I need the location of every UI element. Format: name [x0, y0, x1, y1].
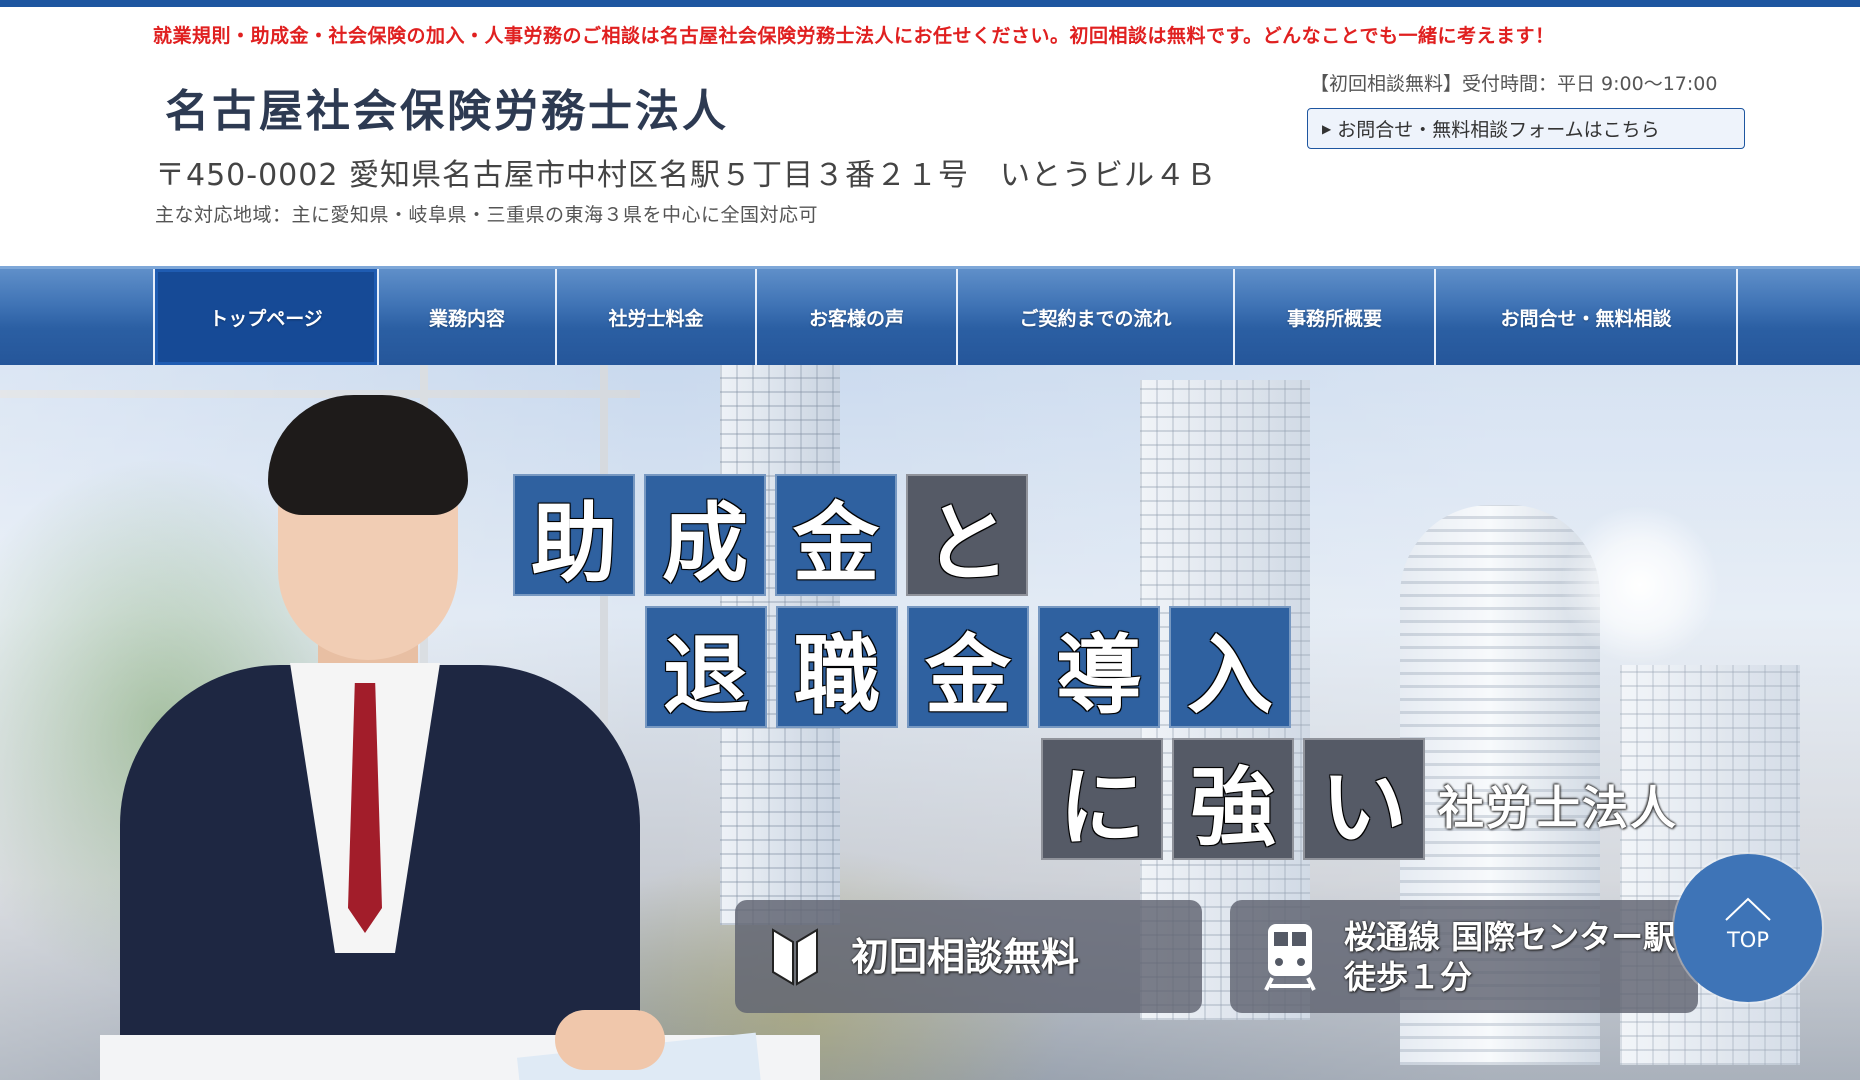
station-access-badge: 桜通線 国際センター駅 徒歩１分	[1230, 900, 1698, 1013]
nav-item-contact[interactable]: お問合せ・無料相談	[1434, 269, 1738, 365]
chevron-up-icon	[1725, 897, 1771, 921]
office-address: 〒450-0002 愛知県名古屋市中村区名駅５丁目３番２１号 いとうビル４Ｂ	[155, 158, 1217, 193]
service-area: 主な対応地域：主に愛知県・岐阜県・三重県の東海３県を中心に全国対応可	[155, 204, 819, 226]
free-consultation-text: 初回相談無料	[851, 933, 1080, 979]
nav-item-office[interactable]: 事務所概要	[1233, 269, 1434, 365]
nav-item-fees[interactable]: 社労士料金	[555, 269, 755, 365]
back-to-top-label: TOP	[1726, 928, 1770, 952]
headline-tile: と	[906, 474, 1028, 596]
headline-tile: に	[1041, 738, 1163, 860]
headline-tile: 入	[1169, 606, 1291, 728]
person-hand	[555, 1010, 665, 1070]
triangle-right-icon: ▶	[1322, 121, 1332, 136]
nav-item-top[interactable]: トップページ	[153, 269, 377, 365]
station-name: 桜通線 国際センター駅	[1344, 917, 1676, 956]
nav-item-flow[interactable]: ご契約までの流れ	[956, 269, 1233, 365]
person-hair	[268, 395, 468, 515]
headline-tile: 金	[907, 606, 1029, 728]
headline-tile: 導	[1038, 606, 1160, 728]
headline-tile: 退	[645, 606, 767, 728]
hero-tagline: 社労士法人	[1438, 781, 1678, 835]
train-icon	[1264, 923, 1316, 991]
back-to-top-button[interactable]: TOP	[1674, 854, 1822, 1002]
site-header: 就業規則・助成金・社会保険の加入・人事労務のご相談は名古屋社会保険労務士法人にお…	[0, 7, 1860, 266]
headline-tile: 職	[776, 606, 898, 728]
top-accent-line	[0, 0, 1860, 7]
beginner-mark-icon	[772, 927, 818, 986]
nav-item-services[interactable]: 業務内容	[377, 269, 555, 365]
global-nav: トップページ 業務内容 社労士料金 お客様の声 ご契約までの流れ 事務所概要 お…	[0, 266, 1860, 365]
business-hours: 【初回相談無料】受付時間：平日 9:00〜17:00	[1310, 73, 1718, 95]
site-logo[interactable]: 名古屋社会保険労務士法人	[165, 75, 729, 139]
header-notice: 就業規則・助成金・社会保険の加入・人事労務のご相談は名古屋社会保険労務士法人にお…	[153, 25, 1555, 47]
contact-form-label: お問合せ・無料相談フォームはこちら	[1337, 119, 1660, 141]
contact-form-button[interactable]: ▶ お問合せ・無料相談フォームはこちら	[1307, 108, 1745, 149]
headline-tile: い	[1303, 738, 1425, 860]
nav-item-voices[interactable]: お客様の声	[755, 269, 956, 365]
hero-banner: 助 成 金 と 退 職 金 導 入 に 強 い 社労士法人 初回相談無料 桜通線…	[0, 365, 1860, 1080]
free-consultation-badge: 初回相談無料	[735, 900, 1202, 1013]
headline-tile: 強	[1172, 738, 1294, 860]
headline-tile: 成	[644, 474, 766, 596]
station-walk-time: 徒歩１分	[1344, 957, 1473, 996]
headline-tile: 金	[775, 474, 897, 596]
headline-tile: 助	[513, 474, 635, 596]
